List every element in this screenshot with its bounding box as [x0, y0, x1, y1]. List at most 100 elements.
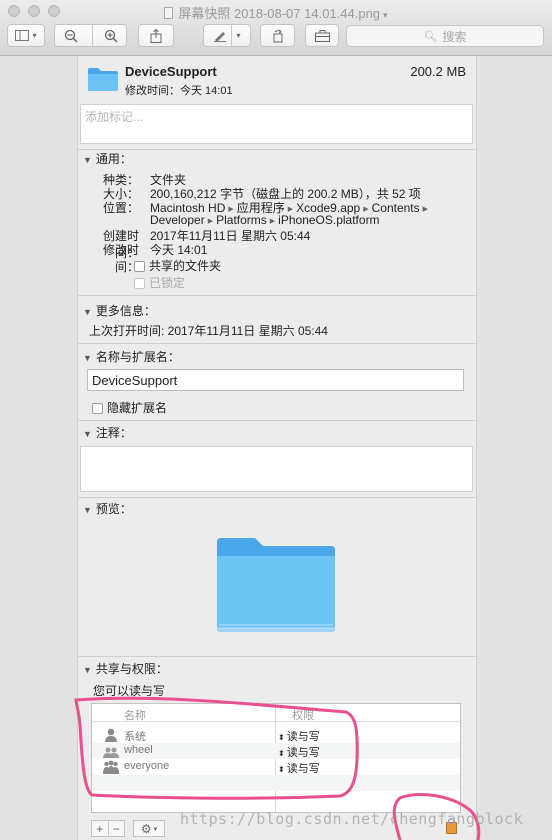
rotate-icon	[273, 29, 282, 42]
info-panel: DeviceSupport 200.2 MB 修改时间： 今天 14:01 添加标…	[77, 56, 477, 840]
updown-arrows-icon: ⬍	[278, 733, 285, 742]
shared-folder-label: 共享的文件夹	[149, 259, 222, 273]
hide-extension-checkbox[interactable]: 隐藏扩展名	[92, 399, 167, 416]
add-tags-input[interactable]: 添加标记...	[80, 104, 473, 144]
document-icon	[164, 7, 174, 19]
remove-button[interactable]: −	[108, 822, 124, 836]
modified-label: 修改时间：	[102, 243, 139, 274]
add-remove-buttons: + −	[91, 820, 125, 837]
section-more-info-heading: 更多信息：	[95, 304, 156, 318]
row-privilege: 读与写	[286, 763, 320, 775]
path-arrow-icon: ▶	[207, 218, 214, 225]
section-sharing-heading: 共享与权限：	[95, 662, 168, 676]
updown-arrows-icon: ⬍	[278, 765, 285, 774]
checkbox-box[interactable]	[92, 403, 103, 414]
window-title-text: 屏幕快照 2018-08-07 14.01.44.png	[178, 6, 381, 21]
row-privilege: 读与写	[286, 731, 320, 743]
privilege-popup[interactable]: ⬍ 读与写	[278, 760, 320, 776]
shared-folder-checkbox[interactable]: 共享的文件夹	[134, 257, 221, 274]
table-row[interactable]: 系统 ⬍ 读与写	[92, 727, 460, 743]
minus-icon: −	[112, 821, 120, 836]
path-segment[interactable]: Platforms	[216, 213, 267, 227]
toolbar-separator	[231, 25, 233, 46]
checkbox-box[interactable]	[134, 261, 145, 272]
column-header-name[interactable]: 名称	[124, 707, 146, 723]
path-segment[interactable]: iPhoneOS.platform	[278, 213, 379, 227]
zoom-in-button[interactable]	[97, 29, 126, 43]
zoom-out-button[interactable]	[55, 29, 88, 43]
column-header-privilege[interactable]: 权限	[292, 707, 314, 723]
search-input[interactable]: 🔍︎ 搜索	[346, 25, 544, 47]
markup-button[interactable]: ▾	[203, 24, 251, 47]
row-name: wheel	[124, 744, 153, 756]
section-general-heading: 通用：	[95, 152, 132, 166]
sidebar-toggle-button[interactable]: ▾	[7, 24, 45, 47]
section-general-toggle[interactable]: ▼ 通用：	[83, 150, 132, 167]
disclosure-triangle-icon: ▼	[83, 429, 92, 439]
section-preview-heading: 预览：	[95, 502, 132, 516]
disclosure-triangle-icon: ▼	[83, 307, 92, 317]
zoom-button-group	[54, 24, 127, 47]
hide-extension-label: 隐藏扩展名	[107, 401, 168, 415]
comments-textarea[interactable]	[80, 446, 473, 492]
section-divider	[78, 656, 476, 657]
share-button[interactable]	[138, 24, 174, 47]
sidebar-icon	[15, 30, 30, 41]
path-arrow-icon: ▶	[228, 206, 234, 213]
chevron-down-icon: ▾	[236, 31, 241, 40]
item-size: 200.2 MB	[410, 64, 466, 79]
search-icon: 🔍︎	[423, 30, 438, 43]
toolbox-icon	[314, 29, 330, 42]
row-name: 系统	[124, 731, 146, 743]
share-icon	[150, 28, 162, 43]
everyone-icon	[103, 760, 119, 774]
privilege-popup[interactable]: ⬍ 读与写	[278, 744, 320, 760]
section-divider	[78, 343, 476, 344]
watermark-text: https://blog.csdn.net/chengfangblock	[180, 810, 524, 828]
search-placeholder: 搜索	[442, 29, 467, 44]
section-preview-toggle[interactable]: ▼ 预览：	[83, 500, 132, 517]
pen-icon	[214, 31, 227, 42]
section-sharing-toggle[interactable]: ▼ 共享与权限：	[83, 660, 168, 677]
toolbox-button[interactable]	[305, 24, 339, 47]
single-user-icon	[105, 728, 117, 742]
table-row[interactable]: wheel ⬍ 读与写	[92, 743, 460, 759]
window-titlebar: 屏幕快照 2018-08-07 14.01.44.png ▾ ▾ ▾ 🔍︎ 搜索	[0, 0, 552, 56]
path-arrow-icon: ▶	[363, 206, 369, 213]
last-opened-value: 上次打开时间: 2017年11月11日 星期六 05:44	[89, 324, 328, 338]
section-more-info-toggle[interactable]: ▼ 更多信息：	[83, 302, 156, 319]
window-title[interactable]: 屏幕快照 2018-08-07 14.01.44.png ▾	[0, 3, 552, 22]
checkbox-box[interactable]	[134, 278, 145, 289]
section-divider	[78, 497, 476, 498]
privilege-popup[interactable]: ⬍ 读与写	[278, 728, 320, 744]
where-label: 位置：	[102, 201, 139, 215]
chevron-down-icon: ▾	[32, 31, 37, 40]
folder-icon	[88, 68, 118, 91]
table-header: 名称 权限	[92, 704, 460, 722]
table-row-empty	[92, 775, 460, 791]
where-path-line2: Developer ▶ Platforms ▶ iPhoneOS.platform	[150, 213, 380, 227]
path-arrow-icon: ▶	[269, 218, 276, 225]
modified-value: 今天 14:01	[150, 243, 208, 257]
path-segment[interactable]: Developer	[150, 213, 205, 227]
disclosure-triangle-icon: ▼	[83, 505, 92, 515]
chevron-down-icon: ▾	[383, 10, 388, 20]
section-divider	[78, 295, 476, 296]
path-arrow-icon: ▶	[287, 206, 294, 213]
sharing-summary: 您可以读与写	[93, 684, 166, 698]
name-field[interactable]: DeviceSupport	[87, 369, 464, 391]
locked-checkbox[interactable]: 已锁定	[134, 274, 185, 291]
table-row[interactable]: everyone ⬍ 读与写	[92, 759, 460, 775]
path-arrow-icon: ▶	[422, 206, 429, 213]
section-comments-toggle[interactable]: ▼ 注释：	[83, 424, 132, 441]
section-divider	[78, 149, 476, 150]
rotate-button[interactable]	[260, 24, 295, 47]
updown-arrows-icon: ⬍	[278, 749, 285, 758]
row-name: everyone	[124, 760, 170, 772]
action-menu-button[interactable]: ⚙ ▾	[133, 820, 165, 837]
section-name-ext-toggle[interactable]: ▼ 名称与扩展名：	[83, 348, 180, 365]
section-comments-heading: 注释：	[95, 426, 132, 440]
disclosure-triangle-icon: ▼	[83, 155, 92, 165]
toolbar-separator	[91, 25, 93, 46]
add-button[interactable]: +	[92, 822, 108, 836]
